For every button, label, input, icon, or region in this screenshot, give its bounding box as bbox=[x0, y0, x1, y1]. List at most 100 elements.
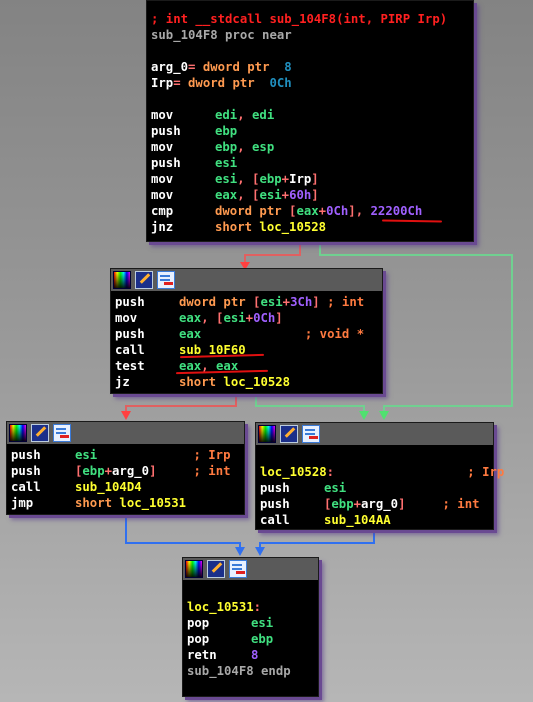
code-line[interactable]: sub_104F8 proc near bbox=[151, 27, 469, 43]
operand-token: loc_10528 bbox=[223, 375, 291, 389]
code-line[interactable]: push [ebp + arg_0] ; int bbox=[260, 496, 489, 512]
mnemonic: push bbox=[115, 327, 145, 341]
mnemonic: call bbox=[260, 513, 290, 527]
operand-token: ; Irp bbox=[97, 448, 231, 462]
graph-view-icon[interactable] bbox=[229, 560, 247, 578]
operand-token: Irp bbox=[289, 172, 312, 186]
code-line[interactable]: mov esi, [ebp + Irp] bbox=[151, 171, 469, 187]
operand-token: 0Ch bbox=[253, 311, 276, 325]
edit-pencil-icon[interactable] bbox=[31, 424, 49, 442]
code-line[interactable]: loc_10531: bbox=[187, 599, 314, 615]
operand-token: + bbox=[245, 311, 254, 325]
code-line[interactable]: push eax ; void * bbox=[115, 326, 378, 342]
operand-token: esi bbox=[215, 156, 238, 170]
edit-pencil-icon[interactable] bbox=[207, 560, 225, 578]
code-line[interactable]: call sub_104AA bbox=[260, 512, 489, 528]
mnemonic: push bbox=[11, 448, 41, 462]
graph-view-icon[interactable] bbox=[157, 271, 175, 289]
code-line[interactable]: mov eax, [esi +0Ch] bbox=[115, 310, 378, 326]
operand-token: ] bbox=[311, 172, 319, 186]
edit-pencil-icon[interactable] bbox=[280, 425, 298, 443]
code-line[interactable]: push esi bbox=[260, 480, 489, 496]
operand-token: sub_104F8 proc near bbox=[151, 28, 292, 42]
code-line[interactable]: jz short loc_10528 bbox=[115, 374, 378, 390]
operand-token: edi bbox=[252, 108, 275, 122]
mnemonic: mov bbox=[151, 172, 174, 186]
mnemonic: jz bbox=[115, 375, 130, 389]
operand-token: 8 bbox=[251, 648, 259, 662]
edge-n2-n4 bbox=[125, 513, 241, 553]
code-line[interactable]: mov eax, [esi +60h] bbox=[151, 187, 469, 203]
operand-token: esi bbox=[324, 481, 347, 495]
edge-n0-n1 bbox=[244, 241, 301, 265]
code-line[interactable]: Irp = dword ptr 0Ch bbox=[151, 75, 469, 91]
operand-token: sub_104AA bbox=[324, 513, 391, 527]
graph-view-icon[interactable] bbox=[53, 424, 71, 442]
color-palette-icon[interactable] bbox=[113, 271, 131, 289]
operand-token: esp bbox=[252, 140, 275, 154]
code-line[interactable]: mov ebp, esp bbox=[151, 139, 469, 155]
code-lines: push dword ptr [esi +3Ch] ; int mov eax, [es… bbox=[111, 292, 382, 394]
block-header bbox=[183, 558, 318, 581]
operand-token: loc_10531 bbox=[187, 600, 254, 614]
mnemonic: cmp bbox=[151, 204, 174, 218]
color-palette-icon[interactable] bbox=[9, 424, 27, 442]
operand-token: [ bbox=[289, 204, 297, 218]
mnemonic: push bbox=[151, 156, 181, 170]
operand-token: + bbox=[353, 497, 362, 511]
arrow-n1-n2 bbox=[121, 411, 131, 420]
code-line[interactable]: sub_104F8 endp bbox=[187, 663, 314, 679]
code-line[interactable]: push ebp bbox=[151, 123, 469, 139]
operand-token: short bbox=[179, 375, 224, 389]
code-block-loc_10531[interactable]: loc_10531: pop esi pop ebp retn 8 sub_104F8 end… bbox=[182, 557, 319, 697]
operand-token: , [ bbox=[237, 172, 260, 186]
operand-token: [ bbox=[324, 497, 332, 511]
code-line[interactable] bbox=[151, 91, 469, 107]
operand-token: ], bbox=[348, 204, 371, 218]
code-line[interactable]: push esi ; Irp bbox=[11, 447, 240, 463]
mnemonic: mov bbox=[151, 140, 174, 154]
operand-token: esi bbox=[251, 616, 274, 630]
operand-token: esi bbox=[223, 311, 246, 325]
code-line[interactable] bbox=[187, 583, 314, 599]
graph-view-icon[interactable] bbox=[302, 425, 320, 443]
code-line[interactable]: jmp short loc_10531 bbox=[11, 495, 240, 511]
operand-token: ebp bbox=[259, 172, 282, 186]
code-line[interactable] bbox=[260, 448, 489, 464]
code-line[interactable]: retn 8 bbox=[187, 647, 314, 663]
operand-token: arg_0 bbox=[151, 60, 189, 74]
color-palette-icon[interactable] bbox=[185, 560, 203, 578]
code-line[interactable]: cmp dword ptr [eax +0Ch], 22200Ch bbox=[151, 203, 469, 219]
arrow-n3-n4 bbox=[255, 547, 265, 556]
code-block-call-sub_104D4[interactable]: push esi ; Irp push [ebp + arg_0] ; int call su… bbox=[6, 421, 245, 515]
operand-token: ebp bbox=[215, 140, 238, 154]
operand-token: ebp bbox=[331, 497, 354, 511]
code-block-call-sub_10F60[interactable]: push dword ptr [esi +3Ch] ; int mov eax, [es… bbox=[110, 268, 383, 394]
code-line[interactable]: push esi bbox=[151, 155, 469, 171]
color-palette-icon[interactable] bbox=[258, 425, 276, 443]
operand-token: ; int bbox=[327, 295, 365, 309]
code-line[interactable]: ; int __stdcall sub_104F8(int, PIRP Irp) bbox=[151, 11, 469, 27]
code-line[interactable]: call sub_104D4 bbox=[11, 479, 240, 495]
mnemonic: jnz bbox=[151, 220, 174, 234]
edge-n1-n3 bbox=[255, 392, 365, 418]
code-line[interactable] bbox=[187, 679, 314, 695]
edit-pencil-icon[interactable] bbox=[135, 271, 153, 289]
code-line[interactable] bbox=[151, 43, 469, 59]
code-block-loc_10528[interactable]: loc_10528: ; Irp push esi push[ebp + arg_0] ;… bbox=[255, 422, 504, 530]
operand-token: esi bbox=[259, 188, 282, 202]
code-line[interactable]: mov edi, edi bbox=[151, 107, 469, 123]
operand-token: ] bbox=[275, 311, 283, 325]
code-line[interactable]: push [ebp + arg_0] ; int bbox=[11, 463, 240, 479]
code-line[interactable]: pop esi bbox=[187, 615, 314, 631]
code-block-sub_104F8-entry[interactable]: ; int __stdcall sub_104F8(int, PIRP Irp)… bbox=[146, 0, 474, 242]
code-line[interactable]: loc_10528: ; Irp bbox=[260, 464, 504, 480]
operand-token: ] bbox=[311, 188, 319, 202]
code-line[interactable]: arg_0 = dword ptr 8 bbox=[151, 59, 469, 75]
mnemonic: mov bbox=[151, 108, 174, 122]
code-line[interactable]: pop ebp bbox=[187, 631, 314, 647]
operand-token: eax bbox=[215, 188, 238, 202]
code-line[interactable]: push dword ptr [esi +3Ch] ; int bbox=[115, 294, 378, 310]
operand-token: dword ptr bbox=[188, 76, 270, 90]
block-header bbox=[256, 423, 493, 446]
